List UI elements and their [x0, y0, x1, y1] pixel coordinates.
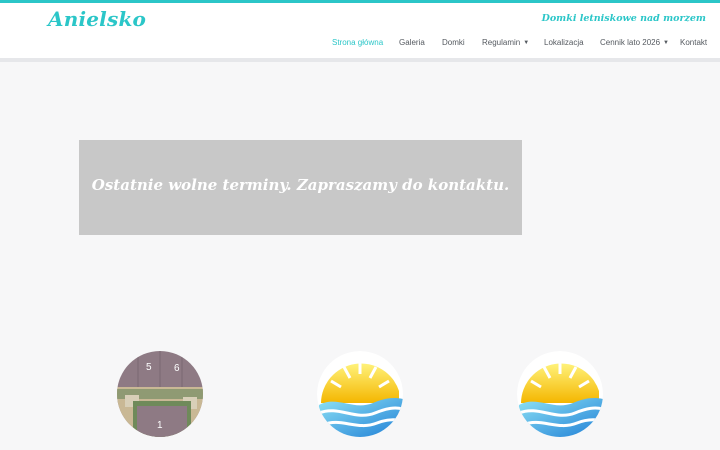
sun-sea-icon[interactable]: [517, 351, 603, 437]
nav-item-houses[interactable]: Domki: [442, 38, 465, 47]
cabin-plan-image[interactable]: 5 6 1: [117, 351, 203, 437]
caret-down-icon: ▼: [523, 40, 530, 46]
nav-item-location[interactable]: Lokalizacja: [544, 38, 584, 47]
nav-item-label: Regulamin: [482, 38, 521, 47]
nav-item-contact[interactable]: Kontakt: [680, 38, 707, 47]
nav-item-label: Domki: [442, 38, 465, 47]
site-header: Anielsko Domki letniskowe nad morzem Str…: [0, 3, 720, 62]
site-logo[interactable]: Anielsko: [48, 7, 146, 31]
nav-item-label: Lokalizacja: [544, 38, 584, 47]
cabin-number-label: 6: [174, 363, 180, 374]
main-nav: Strona główna Galeria Domki Regulamin ▼ L…: [0, 38, 720, 54]
site-tagline: Domki letniskowe nad morzem: [541, 13, 706, 24]
cabin-number-label: 5: [146, 362, 152, 373]
nav-item-label: Cennik lato 2026: [600, 38, 661, 47]
caret-down-icon: ▼: [663, 40, 669, 46]
sun-sea-icon[interactable]: [317, 351, 403, 437]
nav-item-label: Strona główna: [332, 38, 384, 47]
banner-text: Ostatnie wolne terminy. Zapraszamy do ko…: [91, 176, 510, 194]
nav-item-gallery[interactable]: Galeria: [399, 38, 425, 47]
nav-item-label: Galeria: [399, 38, 425, 47]
cabin-number-label: 1: [157, 420, 163, 431]
announcement-banner: Ostatnie wolne terminy. Zapraszamy do ko…: [79, 140, 522, 235]
nav-item-pricing[interactable]: Cennik lato 2026 ▼: [600, 38, 669, 47]
nav-item-label: Kontakt: [680, 38, 708, 47]
nav-item-rules[interactable]: Regulamin ▼: [482, 38, 529, 47]
nav-item-home[interactable]: Strona główna: [332, 38, 383, 47]
